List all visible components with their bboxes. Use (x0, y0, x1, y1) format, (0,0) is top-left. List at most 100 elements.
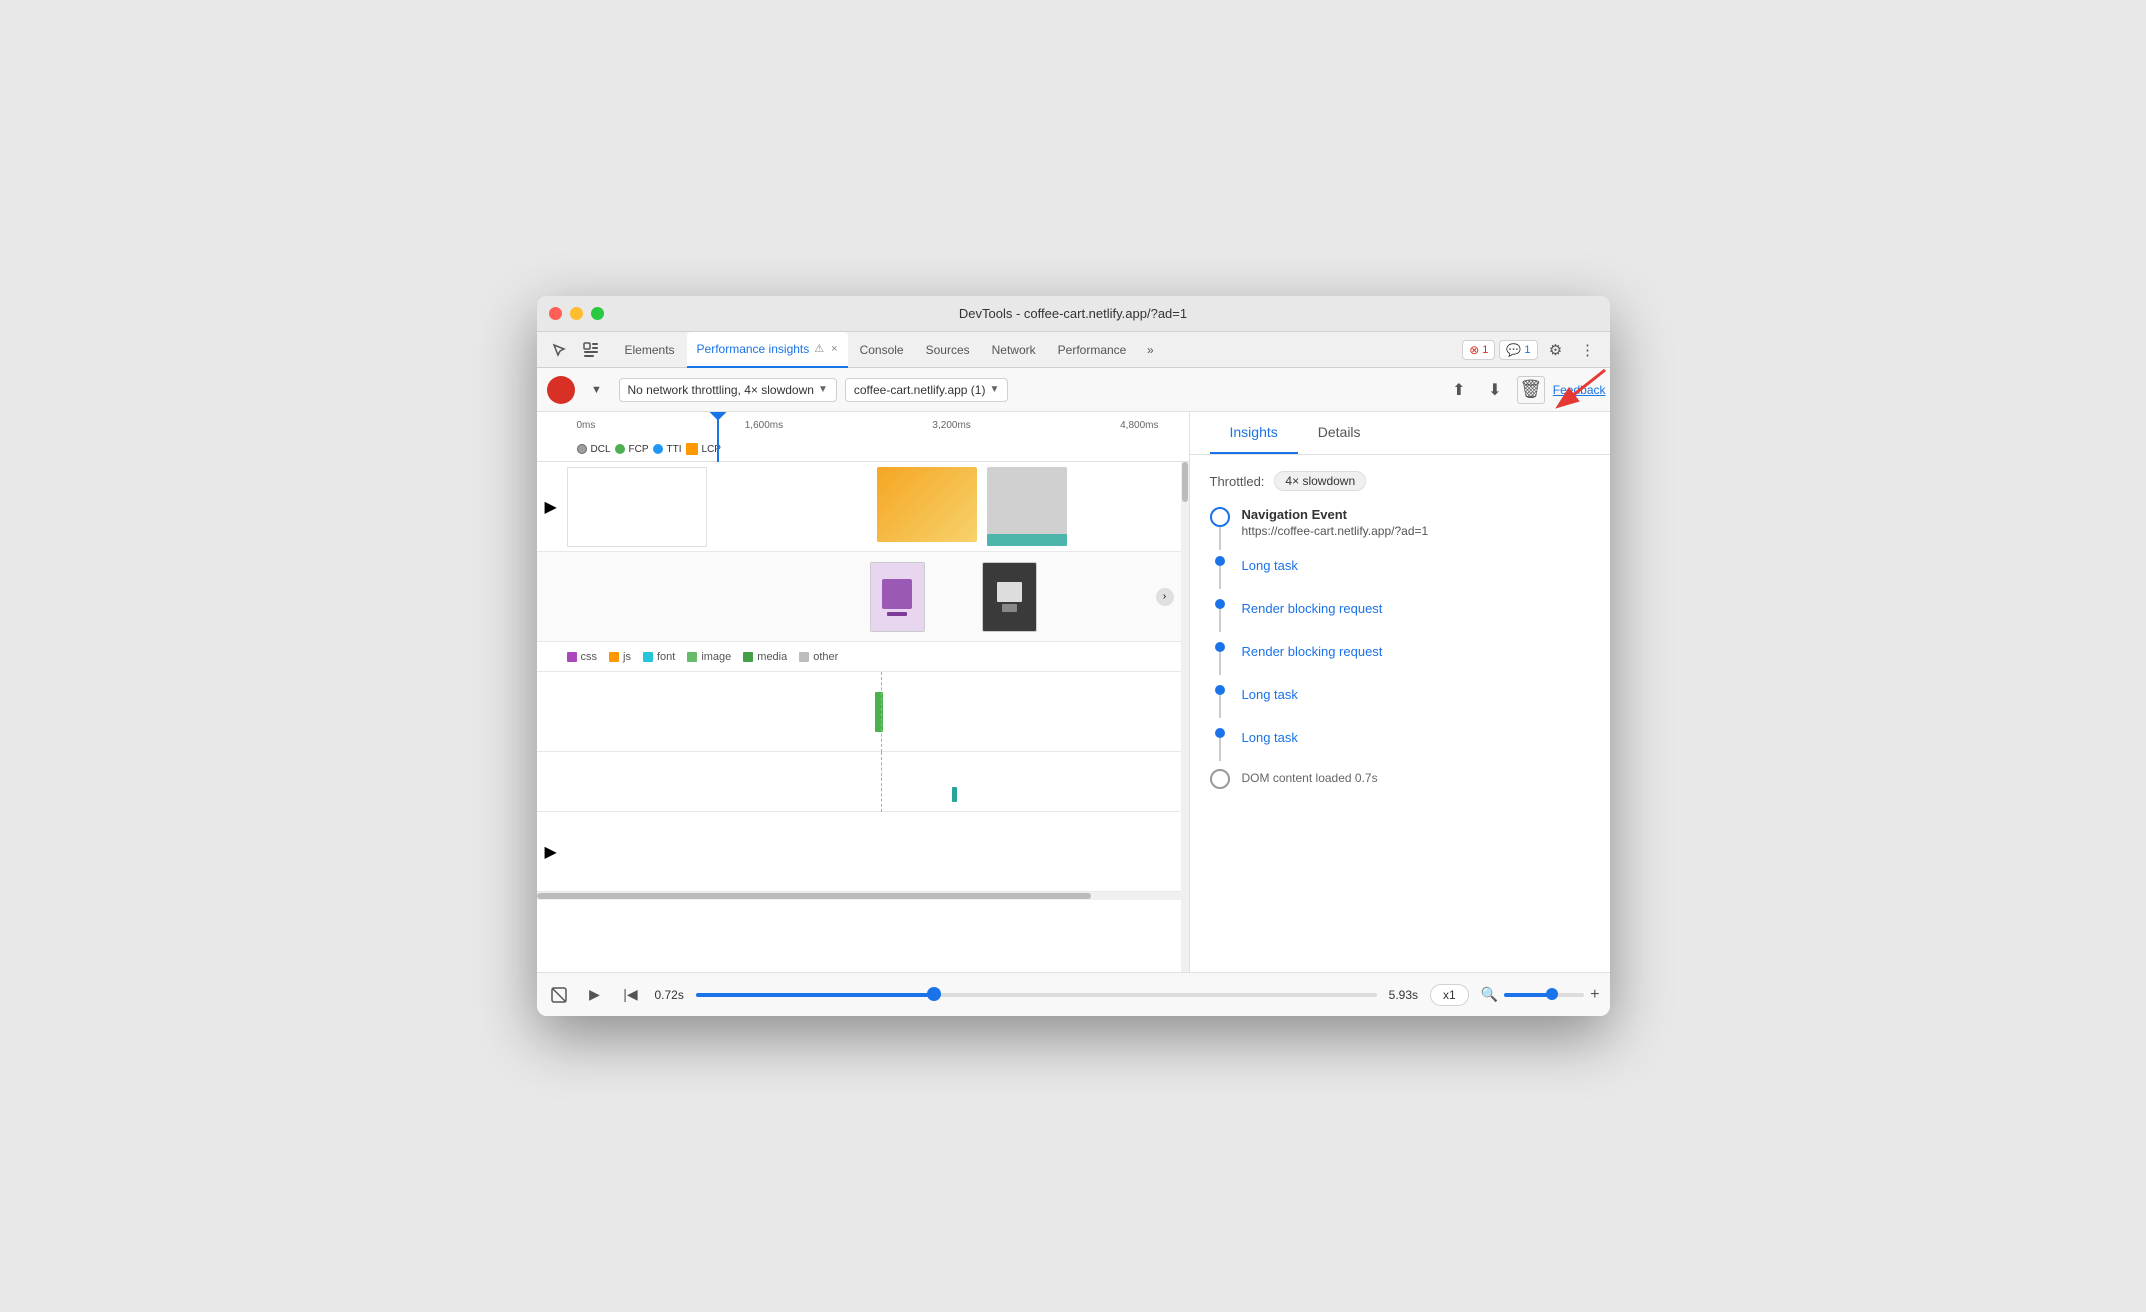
item-content-3: Long task (1242, 683, 1590, 718)
render-blocking-2-link[interactable]: Render blocking request (1242, 640, 1590, 663)
upload-icon[interactable]: ⬆ (1445, 376, 1473, 404)
dcl-dot (577, 444, 587, 454)
teal-flamechart-bar[interactable] (987, 534, 1067, 546)
dot-col-1 (1210, 597, 1230, 632)
expand-row-2-icon[interactable]: ▶ (545, 842, 557, 862)
lcp-flamechart-bar[interactable] (877, 467, 977, 542)
long-task-2-link[interactable]: Long task (1242, 683, 1590, 706)
vertical-scrollbar[interactable] (1181, 462, 1189, 972)
throttle-row: Throttled: 4× slowdown (1210, 471, 1590, 491)
horizontal-scrollbar[interactable] (537, 892, 1189, 900)
dot-col-0 (1210, 554, 1230, 589)
long-task-3-link[interactable]: Long task (1242, 726, 1590, 749)
tab-bar-left-icons (545, 336, 605, 364)
toolbar: ▼ No network throttling, 4× slowdown ▼ c… (537, 368, 1610, 412)
legend-css: css (567, 651, 598, 663)
no-capture-icon[interactable] (547, 983, 571, 1007)
timeline-playhead[interactable] (717, 412, 719, 462)
panel-tabs: Insights Details (1190, 412, 1610, 455)
legend-media: media (743, 651, 787, 663)
tab-network[interactable]: Network (982, 332, 1046, 368)
timeline-item-0: Long task (1210, 554, 1590, 589)
screenshot-1[interactable] (870, 562, 925, 632)
inspector-icon[interactable] (577, 336, 605, 364)
long-task-1-link[interactable]: Long task (1242, 554, 1590, 577)
close-traffic-light[interactable] (549, 307, 562, 320)
zoom-slider[interactable] (1504, 993, 1584, 997)
toolbar-right: ⬆ ⬇ 🗑 Feedback ⚙ ? (1445, 376, 1610, 404)
network-details-row-1 (537, 672, 1189, 752)
dot-col-2 (1210, 640, 1230, 675)
screenshot-2[interactable] (982, 562, 1037, 632)
error-badge[interactable]: ⊗ 1 (1462, 340, 1495, 360)
dom-circle (1210, 769, 1230, 789)
feedback-link[interactable]: Feedback (1553, 383, 1606, 397)
dashed-timeline-line (881, 672, 882, 752)
fcp-dot (615, 444, 625, 454)
tab-console[interactable]: Console (850, 332, 914, 368)
speed-badge[interactable]: x1 (1430, 984, 1469, 1006)
tab-close-icon[interactable]: × (831, 343, 837, 355)
small-dot-4 (1215, 728, 1225, 738)
item-content-0: Long task (1242, 554, 1590, 589)
tab-performance-insights[interactable]: Performance insights ⚠ × (687, 332, 848, 368)
minimize-traffic-light[interactable] (570, 307, 583, 320)
cursor-icon[interactable] (545, 336, 573, 364)
tab-details[interactable]: Details (1298, 412, 1381, 454)
dot-col-3 (1210, 683, 1230, 718)
vertical-scroll-thumb[interactable] (1182, 462, 1188, 502)
horizontal-scroll-thumb[interactable] (537, 893, 1091, 899)
network-flamechart-row: ▶ (537, 462, 1189, 552)
url-dropdown-arrow: ▼ (989, 384, 999, 395)
play-button[interactable]: ▶ (583, 983, 607, 1007)
timeline-item-4: Long task (1210, 726, 1590, 761)
teal-mini-bar (952, 787, 957, 802)
settings-icon[interactable]: ⚙ (1542, 336, 1570, 364)
expand-row-2: ▶ (537, 812, 1189, 892)
tab-bar-right: ⊗ 1 💬 1 ⚙ ⋮ (1462, 336, 1601, 364)
scrubber-thumb[interactable] (927, 987, 941, 1001)
render-blocking-1-link[interactable]: Render blocking request (1242, 597, 1590, 620)
download-icon[interactable]: ⬇ (1481, 376, 1509, 404)
timeline-item-2: Render blocking request (1210, 640, 1590, 675)
panel-body: Throttled: 4× slowdown Navigation Event … (1190, 455, 1610, 972)
throttle-dropdown[interactable]: No network throttling, 4× slowdown ▼ (619, 378, 837, 402)
nav-circle (1210, 507, 1230, 527)
item-content-1: Render blocking request (1242, 597, 1590, 632)
devtools-window: DevTools - coffee-cart.netlify.app/?ad=1 (537, 296, 1610, 1016)
message-badge[interactable]: 💬 1 (1499, 340, 1537, 360)
tab-elements[interactable]: Elements (615, 332, 685, 368)
main-content: 0ms 1,600ms 3,200ms 4,800ms DCL FCP TTI … (537, 412, 1610, 972)
expand-row-icon[interactable]: ▶ (545, 497, 557, 517)
zoom-in-icon[interactable]: + (1590, 986, 1599, 1004)
connector-6 (1219, 738, 1221, 761)
expand-screenshots-btn[interactable]: › (1156, 588, 1174, 606)
tab-insights[interactable]: Insights (1210, 412, 1298, 454)
tab-sources[interactable]: Sources (916, 332, 980, 368)
zoom-thumb[interactable] (1546, 988, 1558, 1000)
item-content-4: Long task (1242, 726, 1590, 761)
connector-5 (1219, 695, 1221, 718)
small-dot-3 (1215, 685, 1225, 695)
record-button[interactable] (547, 376, 575, 404)
more-tabs-button[interactable]: » (1138, 338, 1162, 362)
skip-to-start-button[interactable]: |◀ (619, 983, 643, 1007)
timeline-scrubber[interactable] (696, 993, 1377, 997)
insights-timeline: Navigation Event https://coffee-cart.net… (1210, 507, 1590, 807)
url-dropdown[interactable]: coffee-cart.netlify.app (1) ▼ (845, 378, 1009, 402)
dashed-line-2 (881, 752, 882, 812)
delete-icon[interactable]: 🗑 (1517, 376, 1545, 404)
gray-flamechart-bar[interactable] (987, 467, 1067, 542)
legend-other: other (799, 651, 838, 663)
js-color (609, 652, 619, 662)
timeline-header: 0ms 1,600ms 3,200ms 4,800ms DCL FCP TTI … (537, 412, 1189, 462)
tab-performance[interactable]: Performance (1048, 332, 1137, 368)
connector-1 (1219, 527, 1221, 550)
more-options-icon[interactable]: ⋮ (1574, 336, 1602, 364)
scrubber-fill (696, 993, 934, 997)
maximize-traffic-light[interactable] (591, 307, 604, 320)
image-color (687, 652, 697, 662)
dropdown-arrow-icon[interactable]: ▼ (583, 376, 611, 404)
zoom-out-icon[interactable]: 🔍 (1481, 986, 1498, 1003)
traffic-lights (549, 307, 604, 320)
